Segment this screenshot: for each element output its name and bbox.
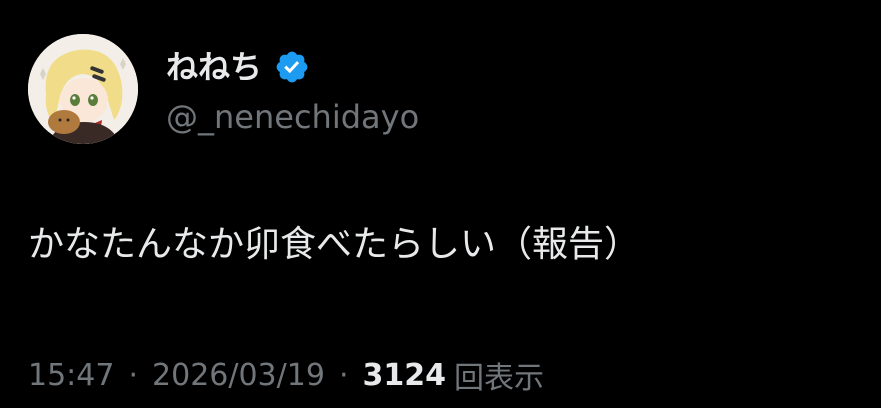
tweet: ねねち @_nenechidayo かなたんなか卯食べたらしい（報告） 15:4… xyxy=(0,0,881,408)
avatar[interactable] xyxy=(28,34,138,144)
verified-badge-icon[interactable] xyxy=(274,49,310,85)
user-handle[interactable]: @_nenechidayo xyxy=(166,96,419,138)
views-label: 回表示 xyxy=(453,361,544,396)
meta-separator: · xyxy=(338,357,349,393)
avatar-image xyxy=(28,34,138,144)
tweet-date[interactable]: 2026/03/19 xyxy=(152,358,325,393)
tweet-meta: 15:47 · 2026/03/19 · 3124 回表示 xyxy=(28,352,544,398)
tweet-time[interactable]: 15:47 xyxy=(28,358,114,393)
views-count[interactable]: 3124 xyxy=(362,358,446,393)
meta-separator: · xyxy=(128,357,139,393)
tweet-text: かなたんなか卯食べたらしい（報告） xyxy=(28,224,641,265)
display-name[interactable]: ねねち xyxy=(166,44,262,90)
display-name-row: ねねち xyxy=(166,44,310,90)
